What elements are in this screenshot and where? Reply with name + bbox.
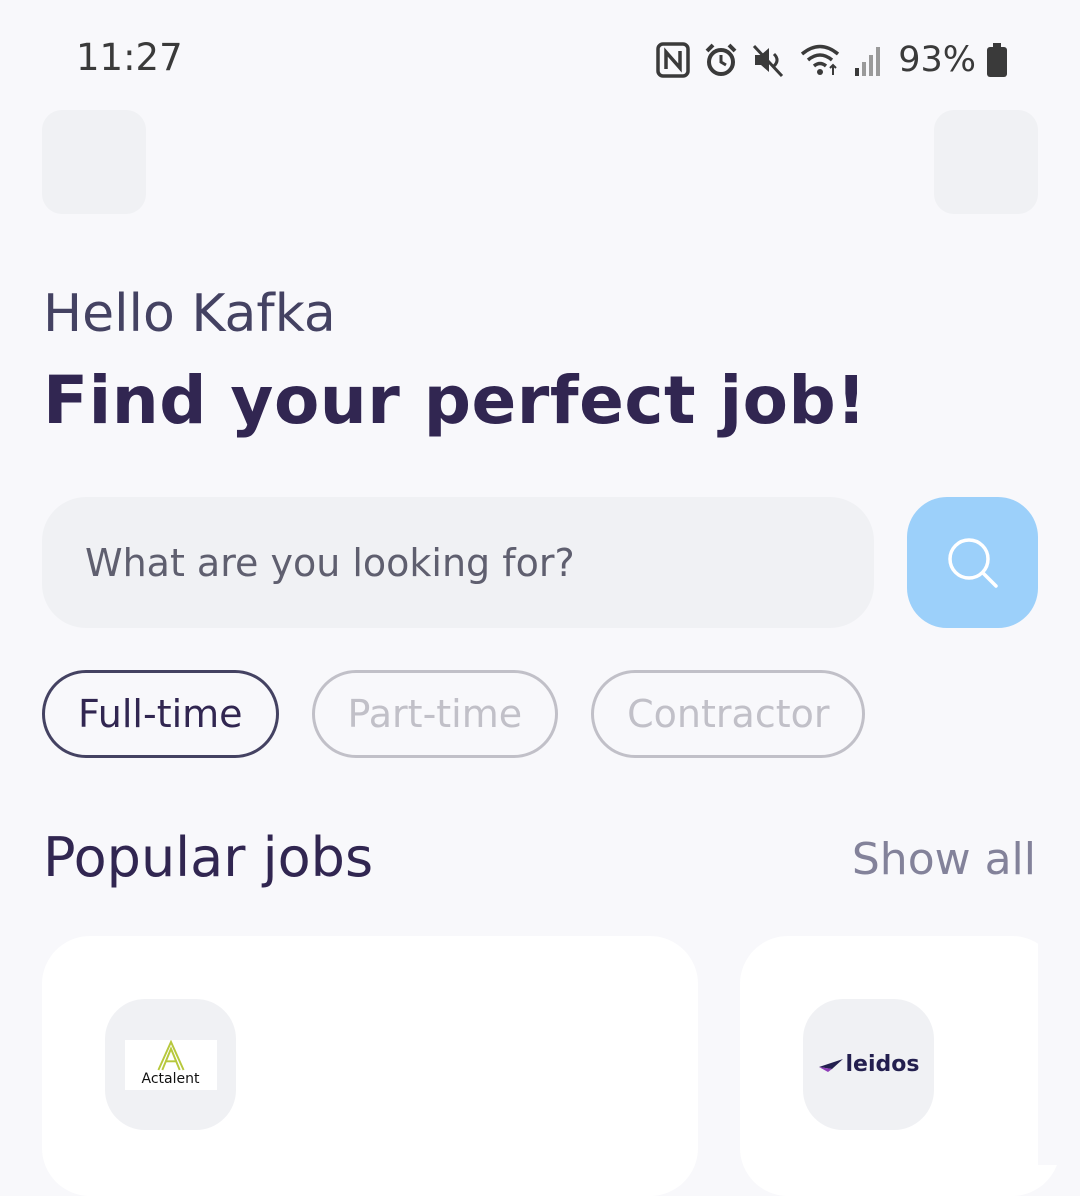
leidos-logo-icon: [818, 1058, 843, 1072]
tab-part-time[interactable]: Part-time: [311, 670, 559, 758]
headline-text: Find your perfect job!: [43, 362, 867, 439]
search-icon: [947, 537, 998, 588]
tab-contractor[interactable]: Contractor: [591, 670, 866, 758]
popular-job-card[interactable]: leidos: [740, 936, 1060, 1196]
greeting-text: Hello Kafka: [43, 284, 336, 344]
company-logo-text: Actalent: [141, 1070, 200, 1087]
wifi-icon: [801, 44, 840, 75]
popular-jobs-title: Popular jobs: [43, 826, 374, 889]
battery-percent: 93%: [898, 40, 976, 80]
screen-edge: [1038, 930, 1080, 1165]
alarm-icon: [705, 43, 737, 76]
signal-icon: [855, 47, 881, 76]
company-logo-container: leidos: [803, 999, 934, 1130]
status-time: 11:27: [76, 36, 183, 79]
nfc-icon: [656, 42, 690, 78]
search-container: [42, 497, 874, 628]
status-icons: 93%: [656, 38, 1008, 82]
mute-icon: [753, 44, 784, 78]
company-logo: Actalent: [124, 1039, 217, 1090]
show-all-link[interactable]: Show all: [852, 834, 1036, 885]
actalent-logo-icon: [157, 1039, 184, 1070]
tab-full-time[interactable]: Full-time: [42, 670, 279, 758]
company-logo-container: Actalent: [105, 999, 236, 1130]
menu-button[interactable]: [42, 110, 146, 214]
job-type-tabs: Full-time Part-time Contractor: [42, 670, 866, 758]
company-logo-text: leidos: [845, 1052, 920, 1077]
popular-job-card[interactable]: Actalent: [42, 936, 698, 1196]
status-bar: 11:27 93%: [0, 0, 1080, 110]
profile-button[interactable]: [934, 110, 1038, 214]
battery-icon: [987, 43, 1007, 77]
search-button[interactable]: [907, 497, 1038, 628]
search-input[interactable]: [42, 497, 874, 628]
company-logo: leidos: [818, 1052, 920, 1077]
